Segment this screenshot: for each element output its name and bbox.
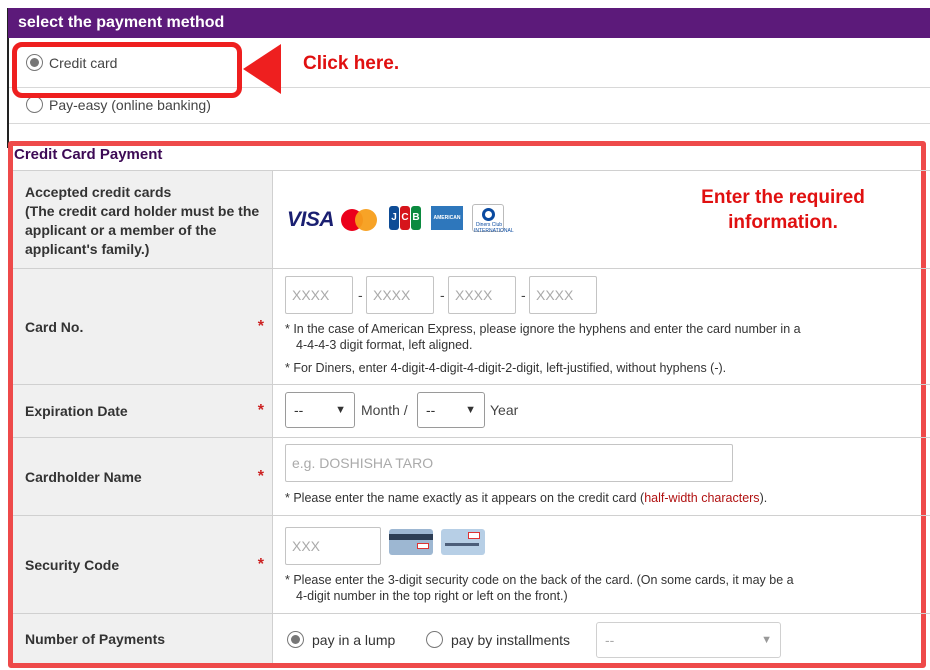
card-back-icon (389, 529, 433, 555)
pay-installments-radio[interactable] (426, 631, 443, 648)
month-suffix: Month / (361, 402, 408, 418)
jcb-logo: J C B (389, 206, 421, 230)
pay-lump-radio[interactable] (287, 631, 304, 648)
pay-easy-label: Pay-easy (online banking) (49, 96, 211, 113)
security-code-label: Security Code (25, 556, 120, 573)
payments-label: Number of Payments (25, 630, 166, 647)
expiration-year-select[interactable]: -- ▼ (417, 392, 485, 428)
security-code-input[interactable]: XXX (285, 527, 381, 565)
amex-note-line2: 4-4-4-3 digit format, left aligned. (296, 338, 473, 352)
card-number-input-1[interactable]: XXXX (285, 276, 353, 314)
card-number-label: Card No. (25, 318, 84, 335)
hyphen: - (358, 287, 363, 303)
callout-arrow (243, 44, 281, 94)
expiration-month-select[interactable]: -- ▼ (285, 392, 355, 428)
click-here-callout: Click here. (303, 53, 400, 74)
credit-card-section-title: Credit Card Payment (14, 146, 163, 163)
chevron-down-icon: ▼ (335, 404, 346, 416)
mastercard-logo (341, 209, 385, 231)
chevron-down-icon: ▼ (465, 404, 476, 416)
enter-information-callout: Enter the required information. (701, 187, 865, 233)
card-front-icon (441, 529, 485, 555)
required-mark: * (257, 467, 264, 485)
amex-note-line1: * In the case of American Express, pleas… (285, 322, 801, 336)
pay-easy-radio[interactable] (26, 96, 43, 113)
cardholder-label-cell: Cardholder Name * (13, 438, 273, 515)
required-mark: * (257, 555, 264, 573)
diners-note: * For Diners, enter 4-digit-4-digit-4-di… (285, 361, 727, 375)
pay-lump-label: pay in a lump (312, 631, 396, 648)
accepted-cards-label-cell: Accepted credit cards (The credit card h… (13, 171, 273, 268)
accepted-cards-note: (The credit card holder must be the appl… (25, 203, 260, 257)
security-note-line1: * Please enter the 3-digit security code… (285, 573, 794, 587)
card-number-label-cell: Card No. * (13, 269, 273, 384)
payments-label-cell: Number of Payments (13, 614, 273, 663)
installments-select[interactable]: -- ▼ (596, 622, 781, 658)
cardholder-label: Cardholder Name (25, 468, 142, 485)
pay-installments-option[interactable]: pay by installments (426, 631, 570, 648)
security-note-line2: 4-digit number in the top right or left … (296, 589, 568, 603)
amex-logo: AMERICAN EXPRESS (431, 206, 463, 245)
hyphen: - (440, 287, 445, 303)
expiration-label-cell: Expiration Date * (13, 385, 273, 437)
hyphen: - (521, 287, 526, 303)
cardholder-name-input[interactable]: e.g. DOSHISHA TARO (285, 444, 733, 482)
pay-lump-option[interactable]: pay in a lump (287, 631, 395, 648)
visa-logo: VISA (287, 208, 335, 231)
accepted-cards-label: Accepted credit cards (25, 184, 172, 200)
expiration-label: Expiration Date (25, 403, 128, 419)
required-mark: * (257, 317, 264, 335)
required-mark: * (257, 402, 264, 419)
security-code-label-cell: Security Code * (13, 516, 273, 613)
year-suffix: Year (490, 402, 519, 418)
diners-club-logo: Diners Club INTERNATIONAL (472, 204, 514, 234)
payment-method-header: select the payment method (8, 8, 930, 38)
card-number-input-2[interactable]: XXXX (366, 276, 434, 314)
pay-installments-label: pay by installments (451, 631, 571, 648)
card-number-input-4[interactable]: XXXX (529, 276, 597, 314)
pay-easy-option[interactable]: Pay-easy (online banking) (26, 96, 211, 113)
chevron-down-icon: ▼ (761, 634, 772, 646)
highlight-box-credit-card (12, 42, 242, 98)
cardholder-note: * Please enter the name exactly as it ap… (285, 491, 768, 505)
card-number-input-3[interactable]: XXXX (448, 276, 516, 314)
